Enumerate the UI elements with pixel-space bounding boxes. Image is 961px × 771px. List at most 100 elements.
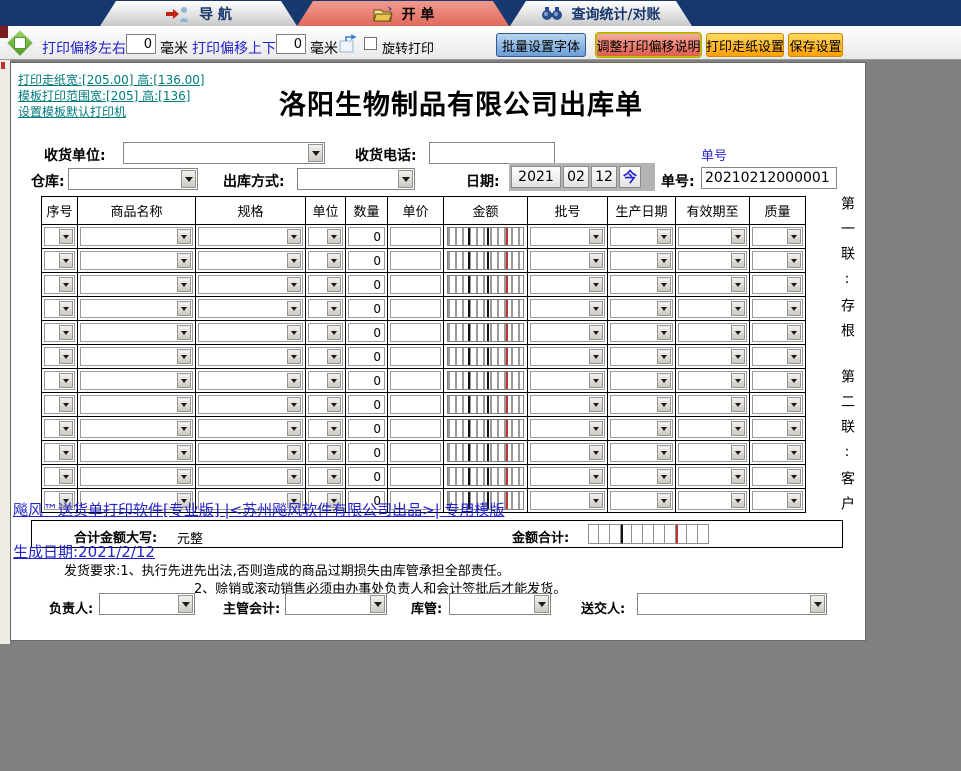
spec-select[interactable]: [198, 347, 303, 366]
chevron-down-icon[interactable]: [731, 253, 745, 268]
qty-input[interactable]: 0: [348, 371, 385, 390]
date-today-button[interactable]: 今: [619, 166, 641, 188]
chevron-down-icon[interactable]: [731, 397, 745, 412]
chevron-down-icon[interactable]: [287, 421, 301, 436]
unit-select[interactable]: [308, 395, 343, 414]
batch-select[interactable]: [530, 299, 605, 318]
spec-select[interactable]: [198, 443, 303, 462]
offset-lr-input[interactable]: [126, 34, 156, 54]
seq-select[interactable]: [44, 227, 75, 246]
chevron-down-icon[interactable]: [731, 325, 745, 340]
qty-input[interactable]: 0: [348, 347, 385, 366]
quality-select[interactable]: [752, 251, 803, 270]
quality-select[interactable]: [752, 467, 803, 486]
product-select[interactable]: [80, 371, 193, 390]
expiry-select[interactable]: [678, 443, 747, 462]
chevron-down-icon[interactable]: [657, 445, 671, 460]
batch-select[interactable]: [530, 491, 605, 510]
tab-query-stats[interactable]: 查询统计/对账: [510, 1, 692, 26]
product-select[interactable]: [80, 227, 193, 246]
chevron-down-icon[interactable]: [177, 301, 191, 316]
chevron-down-icon[interactable]: [370, 595, 385, 613]
seq-select[interactable]: [44, 347, 75, 366]
chevron-down-icon[interactable]: [327, 325, 341, 340]
accountant-select[interactable]: [285, 593, 387, 615]
expiry-select[interactable]: [678, 299, 747, 318]
spec-select[interactable]: [198, 299, 303, 318]
mfg-date-select[interactable]: [610, 275, 673, 294]
batch-select[interactable]: [530, 419, 605, 438]
batch-select[interactable]: [530, 347, 605, 366]
unit-select[interactable]: [308, 227, 343, 246]
qty-input[interactable]: 0: [348, 323, 385, 342]
chevron-down-icon[interactable]: [731, 421, 745, 436]
mfg-date-select[interactable]: [610, 299, 673, 318]
chevron-down-icon[interactable]: [287, 373, 301, 388]
save-settings-button[interactable]: 保存设置: [788, 33, 843, 57]
deliverer-select[interactable]: [637, 593, 827, 615]
chevron-down-icon[interactable]: [287, 253, 301, 268]
chevron-down-icon[interactable]: [327, 349, 341, 364]
mfg-date-select[interactable]: [610, 395, 673, 414]
chevron-down-icon[interactable]: [177, 325, 191, 340]
qty-input[interactable]: 0: [348, 275, 385, 294]
price-input[interactable]: [390, 467, 441, 486]
mfg-date-select[interactable]: [610, 491, 673, 510]
spec-select[interactable]: [198, 395, 303, 414]
chevron-down-icon[interactable]: [657, 493, 671, 508]
unit-select[interactable]: [308, 443, 343, 462]
mfg-date-select[interactable]: [610, 227, 673, 246]
chevron-down-icon[interactable]: [589, 325, 603, 340]
chevron-down-icon[interactable]: [177, 253, 191, 268]
chevron-down-icon[interactable]: [534, 595, 549, 613]
chevron-down-icon[interactable]: [787, 421, 801, 436]
product-select[interactable]: [80, 251, 193, 270]
quality-select[interactable]: [752, 395, 803, 414]
chevron-down-icon[interactable]: [787, 493, 801, 508]
qty-input[interactable]: 0: [348, 443, 385, 462]
seq-select[interactable]: [44, 251, 75, 270]
chevron-down-icon[interactable]: [308, 144, 323, 162]
chevron-down-icon[interactable]: [287, 349, 301, 364]
chevron-down-icon[interactable]: [178, 595, 193, 613]
price-input[interactable]: [390, 251, 441, 270]
storekeeper-select[interactable]: [449, 593, 551, 615]
chevron-down-icon[interactable]: [657, 325, 671, 340]
chevron-down-icon[interactable]: [787, 229, 801, 244]
product-select[interactable]: [80, 443, 193, 462]
price-input[interactable]: [390, 227, 441, 246]
chevron-down-icon[interactable]: [787, 253, 801, 268]
chevron-down-icon[interactable]: [59, 445, 73, 460]
unit-select[interactable]: [308, 419, 343, 438]
product-select[interactable]: [80, 347, 193, 366]
default-printer-link[interactable]: 设置模板默认打印机: [18, 103, 126, 120]
unit-select[interactable]: [308, 347, 343, 366]
warehouse-select[interactable]: [68, 168, 198, 190]
spec-select[interactable]: [198, 371, 303, 390]
offset-ud-input[interactable]: [276, 34, 306, 54]
product-select[interactable]: [80, 299, 193, 318]
chevron-down-icon[interactable]: [287, 325, 301, 340]
chevron-down-icon[interactable]: [287, 301, 301, 316]
chevron-down-icon[interactable]: [589, 349, 603, 364]
chevron-down-icon[interactable]: [59, 229, 73, 244]
chevron-down-icon[interactable]: [657, 373, 671, 388]
price-input[interactable]: [390, 395, 441, 414]
spec-select[interactable]: [198, 467, 303, 486]
chevron-down-icon[interactable]: [59, 277, 73, 292]
seq-select[interactable]: [44, 395, 75, 414]
chevron-down-icon[interactable]: [59, 325, 73, 340]
chevron-down-icon[interactable]: [787, 373, 801, 388]
chevron-down-icon[interactable]: [327, 445, 341, 460]
expiry-select[interactable]: [678, 251, 747, 270]
chevron-down-icon[interactable]: [810, 595, 825, 613]
qty-input[interactable]: 0: [348, 227, 385, 246]
price-input[interactable]: [390, 299, 441, 318]
mfg-date-select[interactable]: [610, 371, 673, 390]
unit-select[interactable]: [308, 467, 343, 486]
qty-input[interactable]: 0: [348, 467, 385, 486]
seq-select[interactable]: [44, 275, 75, 294]
batch-select[interactable]: [530, 227, 605, 246]
product-select[interactable]: [80, 275, 193, 294]
date-day-button[interactable]: 12: [591, 166, 617, 188]
